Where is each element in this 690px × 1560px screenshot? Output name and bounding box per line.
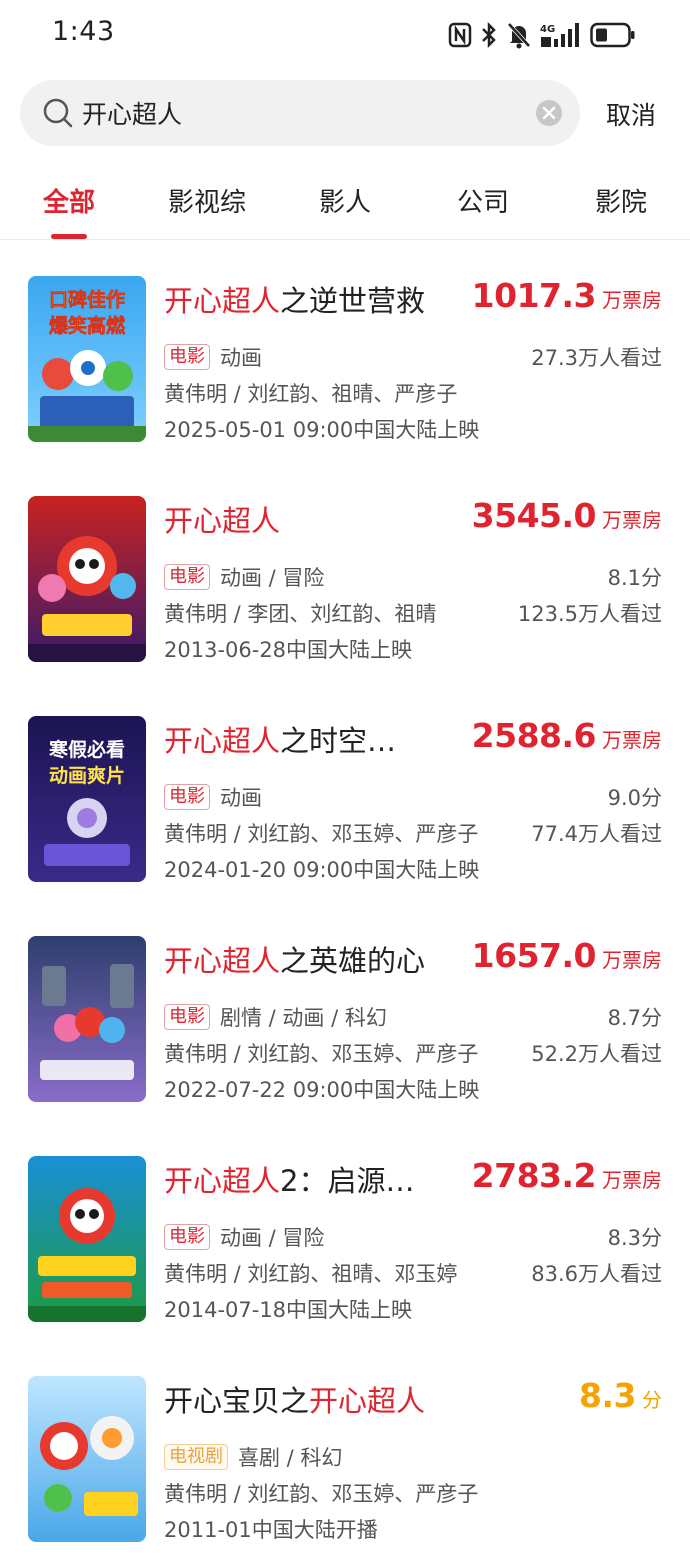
release-date: 2025-05-01 09:00中国大陆上映	[164, 418, 480, 442]
result-title[interactable]: 开心超人之逆世营救	[164, 278, 425, 320]
meta-row: 电影 动画	[164, 782, 262, 812]
tab-all[interactable]: 全部	[9, 182, 129, 219]
box-office: 2783.2 万票房	[471, 1156, 662, 1195]
watched-count: 123.5万人看过	[517, 602, 662, 626]
battery-icon	[590, 22, 636, 48]
bluetooth-icon	[480, 21, 498, 49]
cast: 黄伟明 / 刘红韵、邓玉婷、严彦子	[164, 1482, 479, 1506]
result-title[interactable]: 开心超人之英雄的心	[164, 938, 425, 980]
type-badge: 电影	[164, 344, 210, 370]
category-tabs: 全部 影视综 影人 公司 影院	[0, 172, 690, 240]
poster-image: 口碑佳作 爆笑高燃	[28, 276, 146, 442]
rating: 8.3分	[607, 1226, 662, 1250]
4g-signal-icon: 4G	[540, 21, 582, 49]
watched-count: 77.4万人看过	[531, 822, 662, 846]
poster-image: 寒假必看 动画爽片	[28, 716, 146, 882]
cancel-button[interactable]: 取消	[606, 96, 656, 132]
svg-text:口碑佳作: 口碑佳作	[49, 288, 125, 311]
result-item[interactable]: 口碑佳作 爆笑高燃 开心超人之逆世营救 1017.3 万票房 电影 动画 27.3…	[0, 240, 690, 460]
genre: 动画 / 冒险	[220, 1226, 325, 1250]
box-office: 3545.0 万票房	[471, 496, 662, 535]
search-row: 取消	[0, 80, 690, 146]
meta-row: 电影 动画 / 冒险	[164, 1222, 324, 1252]
result-title[interactable]: 开心超人2：启源…	[164, 1158, 414, 1200]
genre: 动画 / 冒险	[220, 566, 325, 590]
box-office: 2588.6 万票房	[471, 716, 662, 755]
status-icons: 4G	[448, 20, 636, 50]
svg-text:寒假必看: 寒假必看	[49, 738, 125, 761]
cast: 黄伟明 / 李团、刘红韵、祖晴	[164, 602, 437, 626]
active-tab-indicator	[51, 234, 87, 239]
result-item[interactable]: 开心宝贝之开心超人 8.3 分 电视剧 喜剧 / 科幻 黄伟明 / 刘红韵、邓玉婷…	[0, 1340, 690, 1560]
result-title[interactable]: 开心超人	[164, 498, 280, 540]
watched-count: 27.3万人看过	[531, 346, 662, 370]
meta-row: 电影 动画	[164, 342, 262, 372]
release-date: 2013-06-28中国大陆上映	[164, 638, 413, 662]
result-item[interactable]: 开心超人2：启源… 2783.2 万票房 电影 动画 / 冒险 8.3分 83.6…	[0, 1120, 690, 1340]
svg-text:4G: 4G	[540, 24, 555, 35]
tab-film-tv[interactable]: 影视综	[147, 182, 267, 219]
status-time: 1:43	[52, 16, 115, 47]
genre: 动画	[220, 786, 262, 810]
release-date: 2024-01-20 09:00中国大陆上映	[164, 858, 480, 882]
result-item[interactable]: 开心超人之英雄的心 1657.0 万票房 电影 剧情 / 动画 / 科幻 8.7分…	[0, 900, 690, 1120]
poster-image	[28, 496, 146, 662]
release-date: 2014-07-18中国大陆上映	[164, 1298, 413, 1322]
watched-count: 52.2万人看过	[531, 1042, 662, 1066]
type-badge: 电视剧	[164, 1444, 228, 1470]
meta-row: 电影 动画 / 冒险	[164, 562, 324, 592]
nfc-icon	[448, 22, 472, 48]
result-item[interactable]: 开心超人 3545.0 万票房 电影 动画 / 冒险 8.1分 123.5万人看过…	[0, 460, 690, 680]
cast: 黄伟明 / 刘红韵、邓玉婷、严彦子	[164, 1042, 479, 1066]
clear-icon[interactable]	[536, 100, 562, 126]
tab-people[interactable]: 影人	[285, 182, 405, 219]
meta-row: 电影 剧情 / 动画 / 科幻	[164, 1002, 387, 1032]
search-input[interactable]	[82, 94, 522, 132]
result-title[interactable]: 开心超人之时空…	[164, 718, 396, 760]
result-title[interactable]: 开心宝贝之开心超人	[164, 1378, 425, 1420]
type-badge: 电影	[164, 784, 210, 810]
poster-image	[28, 936, 146, 1102]
genre: 动画	[220, 346, 262, 370]
rating: 9.0分	[607, 786, 662, 810]
type-badge: 电影	[164, 1224, 210, 1250]
box-office: 1657.0 万票房	[471, 936, 662, 975]
poster-image	[28, 1156, 146, 1322]
svg-text:动画爽片: 动画爽片	[49, 764, 125, 787]
tab-company[interactable]: 公司	[423, 182, 543, 219]
status-bar: 1:43 4G	[0, 0, 690, 68]
genre: 剧情 / 动画 / 科幻	[220, 1006, 387, 1030]
meta-row: 电视剧 喜剧 / 科幻	[164, 1442, 342, 1472]
cast: 黄伟明 / 刘红韵、祖晴、邓玉婷	[164, 1262, 458, 1286]
release-date: 2022-07-22 09:00中国大陆上映	[164, 1078, 480, 1102]
result-item[interactable]: 寒假必看 动画爽片 开心超人之时空… 2588.6 万票房 电影 动画 9.0分 …	[0, 680, 690, 900]
mute-icon	[506, 21, 532, 49]
tab-cinema[interactable]: 影院	[561, 182, 681, 219]
genre: 喜剧 / 科幻	[238, 1446, 343, 1470]
rating: 8.1分	[607, 566, 662, 590]
watched-count: 83.6万人看过	[531, 1262, 662, 1286]
release-date: 2011-01中国大陆开播	[164, 1518, 378, 1542]
poster-image	[28, 1376, 146, 1542]
cast: 黄伟明 / 刘红韵、祖晴、严彦子	[164, 382, 458, 406]
rating: 8.7分	[607, 1006, 662, 1030]
search-box[interactable]	[20, 80, 580, 146]
svg-text:爆笑高燃: 爆笑高燃	[49, 314, 126, 337]
score: 8.3 分	[579, 1376, 662, 1415]
cast: 黄伟明 / 刘红韵、邓玉婷、严彦子	[164, 822, 479, 846]
search-icon	[42, 97, 74, 129]
type-badge: 电影	[164, 564, 210, 590]
type-badge: 电影	[164, 1004, 210, 1030]
box-office: 1017.3 万票房	[471, 276, 662, 315]
